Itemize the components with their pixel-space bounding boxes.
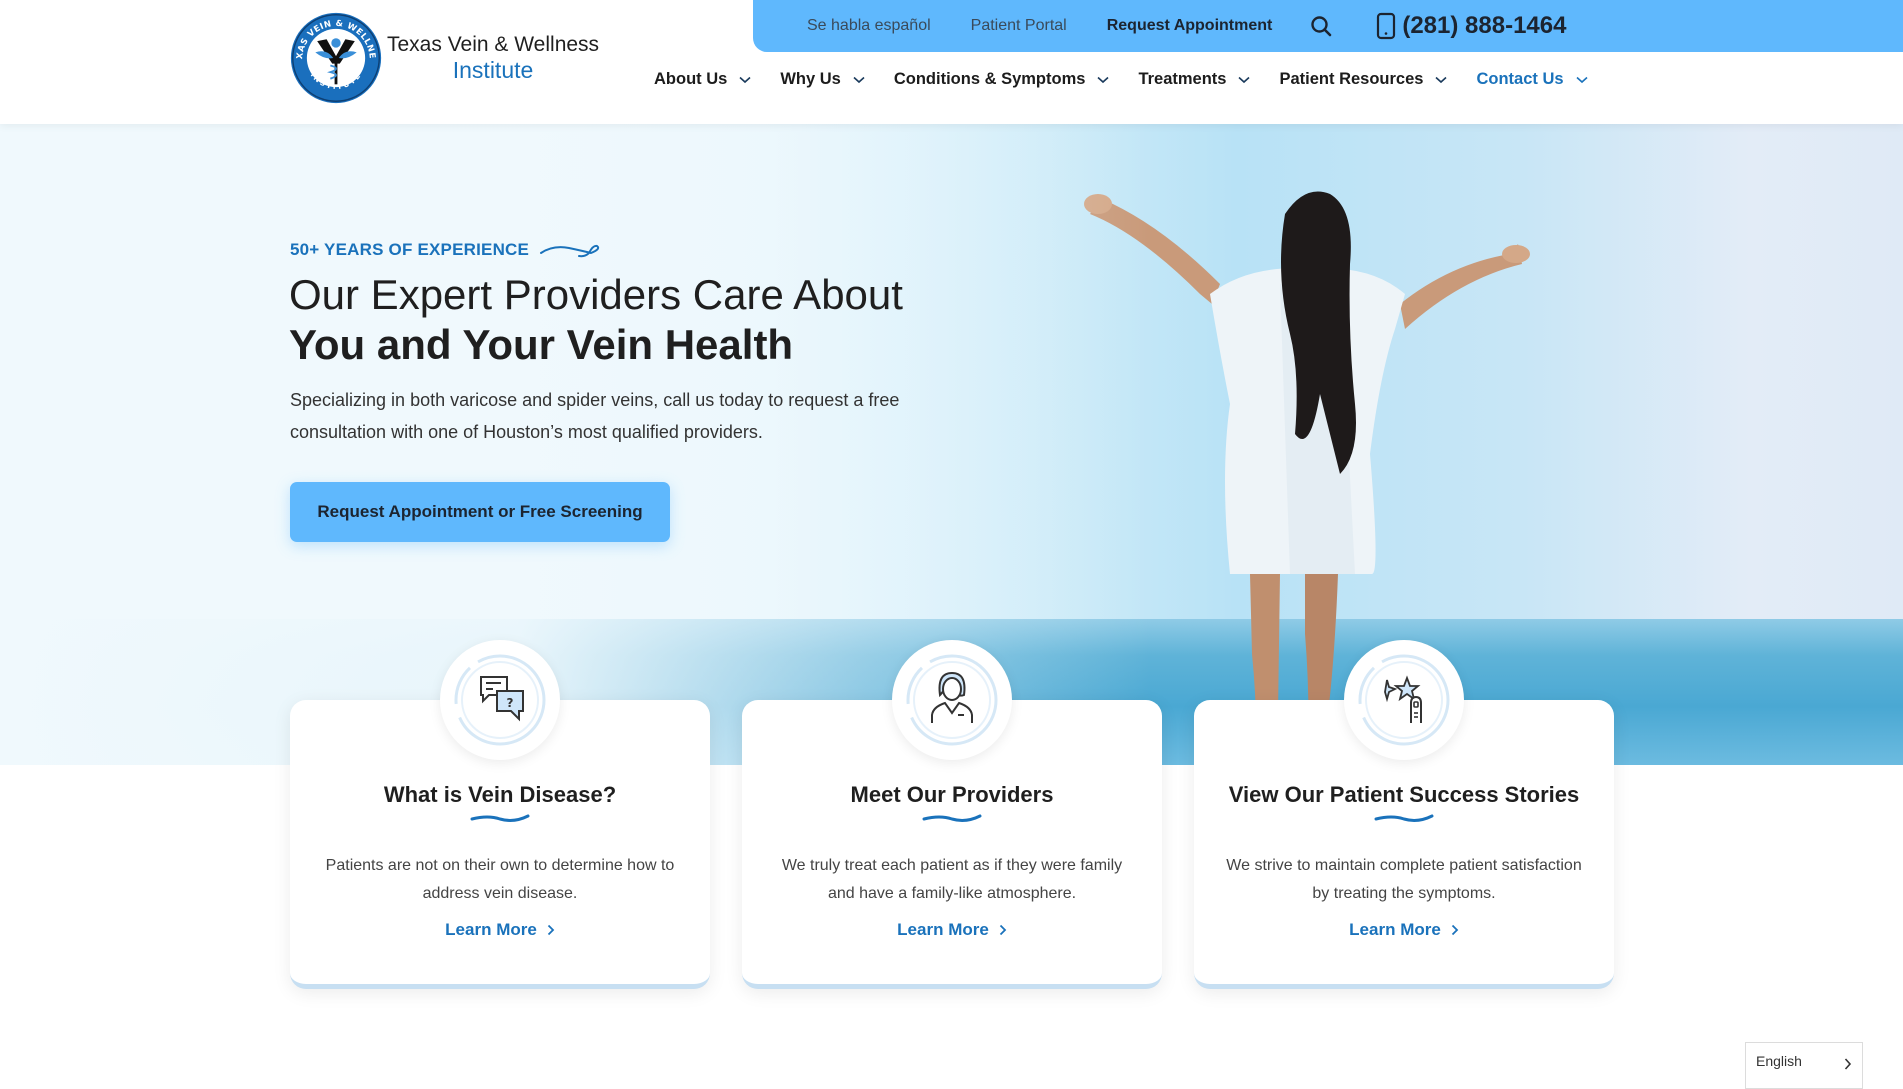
chevron-down-icon	[1576, 76, 1588, 83]
hero-heading: Our Expert Providers Care About You and …	[289, 270, 903, 370]
nav-label: About Us	[654, 70, 728, 88]
learn-more-link[interactable]: Learn More	[1194, 920, 1614, 940]
learn-more-link[interactable]: Learn More	[742, 920, 1162, 940]
language-selector[interactable]: English	[1745, 1042, 1863, 1089]
patient-portal-link[interactable]: Patient Portal	[971, 17, 1067, 35]
card-title: View Our Patient Success Stories	[1228, 782, 1580, 807]
wave-underline-icon	[922, 814, 982, 822]
logo-seal-icon: TEXAS VEIN & WELLNESS INSTITUTE	[289, 11, 382, 104]
chevron-down-icon	[1097, 76, 1109, 83]
chevron-down-icon	[739, 76, 751, 83]
chevron-down-icon	[1238, 76, 1251, 83]
nav-label: Contact Us	[1476, 70, 1564, 88]
card-icon-badge	[892, 640, 1012, 760]
logo[interactable]: TEXAS VEIN & WELLNESS INSTITUTE Texas Ve…	[289, 11, 599, 105]
nav-treatments[interactable]: Treatments	[1138, 70, 1251, 89]
phone-number: (281) 888-1464	[1402, 12, 1567, 39]
chevron-down-icon	[1435, 76, 1448, 83]
hero-description: Specializing in both varicose and spider…	[290, 390, 900, 442]
nav-label: Treatments	[1138, 70, 1227, 88]
card-description: We truly treat each patient as if they w…	[781, 857, 1123, 902]
nav-patient-resources[interactable]: Patient Resources	[1279, 70, 1448, 89]
hero-heading-line1: Our Expert Providers Care About	[289, 271, 903, 318]
card-title: What is Vein Disease?	[383, 782, 617, 807]
card-meet-providers: Meet Our Providers We truly treat each p…	[742, 640, 1162, 989]
card-vein-disease: ? What is Vein Disease? Patients are not…	[290, 640, 710, 989]
female-doctor-icon	[906, 654, 998, 746]
chevron-right-icon	[547, 924, 555, 936]
chevron-down-icon	[853, 76, 865, 83]
logo-name-line1: Texas Vein & Wellness	[387, 32, 600, 56]
utility-bar: Se habla español Patient Portal Request …	[753, 0, 1903, 52]
learn-more-link[interactable]: Learn More	[290, 920, 710, 940]
nav-label: Patient Resources	[1279, 70, 1424, 88]
learn-more-label: Learn More	[1349, 920, 1441, 939]
phone-link[interactable]: (281) 888-1464	[1376, 12, 1566, 40]
request-appointment-button[interactable]: Request Appointment or Free Screening	[290, 482, 670, 542]
chevron-right-icon	[999, 924, 1007, 936]
site-header: TEXAS VEIN & WELLNESS INSTITUTE Texas Ve…	[0, 0, 1903, 124]
nav-label: Why Us	[780, 70, 841, 88]
card-success-stories: View Our Patient Success Stories We stri…	[1194, 640, 1614, 989]
chat-question-icon: ?	[454, 654, 546, 746]
tagline-text: 50+ YEARS OF EXPERIENCE	[290, 240, 530, 259]
card-icon-badge	[1344, 640, 1464, 760]
search-icon[interactable]	[1308, 13, 1334, 39]
nav-why-us[interactable]: Why Us	[780, 70, 865, 89]
mobile-phone-icon	[1377, 12, 1396, 40]
card-description: We strive to maintain complete patient s…	[1226, 857, 1582, 902]
spanish-link[interactable]: Se habla español	[807, 17, 931, 35]
chevron-right-icon	[1844, 1058, 1852, 1070]
chevron-right-icon	[1451, 924, 1459, 936]
hero-tagline: 50+ YEARS OF EXPERIENCE	[290, 240, 603, 260]
main-nav: About Us Why Us Conditions & Symptoms Tr…	[654, 70, 1617, 89]
learn-more-label: Learn More	[445, 920, 537, 939]
svg-text:?: ?	[507, 696, 514, 710]
stars-rating-icon	[1358, 654, 1450, 746]
logo-text: Texas Vein & Wellness Institute	[387, 32, 599, 85]
request-appointment-link[interactable]: Request Appointment	[1107, 17, 1273, 35]
wave-flourish-icon	[540, 244, 600, 258]
nav-label: Conditions & Symptoms	[893, 70, 1086, 88]
card-description: Patients are not on their own to determi…	[325, 857, 675, 902]
learn-more-label: Learn More	[897, 920, 989, 939]
card-title: Meet Our Providers	[850, 782, 1054, 807]
language-selected: English	[1756, 1053, 1802, 1069]
nav-conditions-symptoms[interactable]: Conditions & Symptoms	[894, 70, 1110, 89]
nav-contact-us[interactable]: Contact Us	[1476, 70, 1588, 89]
wave-underline-icon	[1374, 814, 1434, 822]
hero-heading-line2: You and Your Vein Health	[289, 321, 794, 368]
wave-underline-icon	[470, 814, 530, 822]
logo-name-line2: Institute	[452, 56, 534, 83]
nav-about-us[interactable]: About Us	[654, 70, 751, 89]
card-icon-badge: ?	[440, 640, 560, 760]
